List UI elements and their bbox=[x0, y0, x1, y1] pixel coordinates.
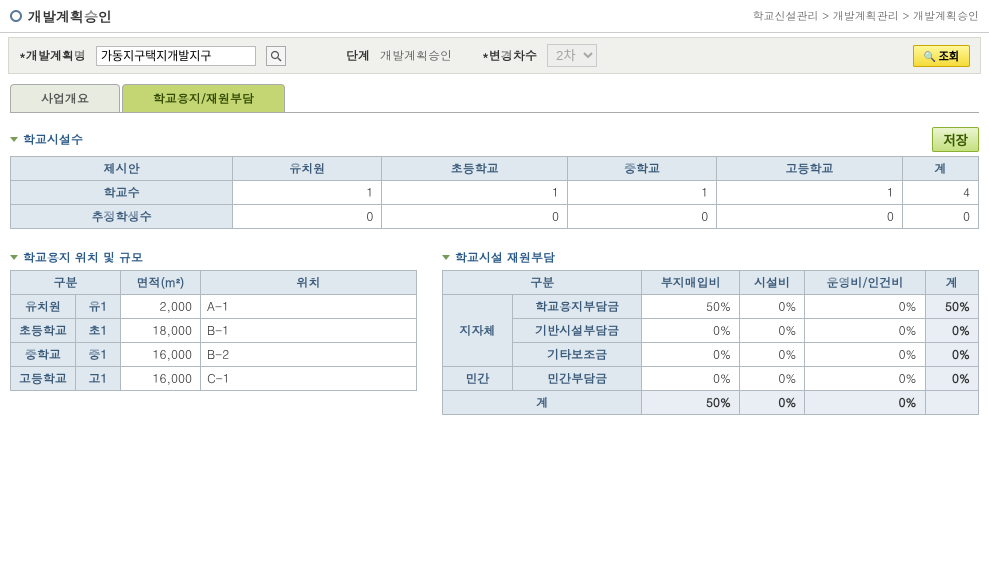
site-title: 학교용지 위치 및 규모 bbox=[10, 249, 143, 266]
fund-table: 구분 부지매입비 시설비 운영비/인건비 계 지자체 학교용지부담금 50% 0… bbox=[442, 270, 979, 415]
col-total: 계 bbox=[925, 271, 978, 295]
cell[interactable]: 0% bbox=[739, 343, 804, 367]
fund-section-header: 학교시설 재원부담 bbox=[442, 249, 979, 266]
cell[interactable]: 0% bbox=[739, 319, 804, 343]
cell[interactable]: 1 bbox=[568, 181, 717, 205]
cell[interactable]: 18,000 bbox=[121, 319, 201, 343]
header-bar: 개발계획승인 학교신설관리 > 개발계획관리 > 개발계획승인 bbox=[0, 0, 989, 33]
facility-table: 제시안 유치원 초등학교 중학교 고등학교 계 학교수 1 1 1 1 4 추정… bbox=[10, 156, 979, 229]
page-title: 개발계획승인 bbox=[10, 6, 112, 26]
cell[interactable]: 0% bbox=[642, 319, 739, 343]
cell: 0% bbox=[805, 391, 925, 415]
title-bullet-icon bbox=[10, 10, 22, 22]
cell[interactable]: B-1 bbox=[201, 319, 417, 343]
cell[interactable]: 0 bbox=[717, 205, 903, 229]
site-table: 구분 면적(m²) 위치 유치원 유1 2,000 A-1 초등학교 초1 18… bbox=[10, 270, 417, 391]
row-total: 계 50% 0% 0% bbox=[442, 391, 978, 415]
cell: 4 bbox=[902, 181, 978, 205]
table-row: 기반시설부담금 0% 0% 0% 0% bbox=[442, 319, 978, 343]
tab-site-fund[interactable]: 학교용지/재원부담 bbox=[122, 84, 285, 112]
cell[interactable]: B-2 bbox=[201, 343, 417, 367]
table-row: 고등학교 고1 16,000 C-1 bbox=[11, 367, 417, 391]
cell[interactable]: 0% bbox=[739, 295, 804, 319]
cell[interactable]: 0% bbox=[805, 367, 925, 391]
facility-title: 학교시설수 bbox=[10, 131, 83, 148]
cell[interactable]: C-1 bbox=[201, 367, 417, 391]
col-gubun: 구분 bbox=[442, 271, 642, 295]
table-row: 초등학교 초1 18,000 B-1 bbox=[11, 319, 417, 343]
col-facility: 시설비 bbox=[739, 271, 804, 295]
cell: 0% bbox=[925, 319, 978, 343]
arrow-icon bbox=[10, 255, 18, 260]
cell: 50% bbox=[642, 391, 739, 415]
row-school-count: 학교수 1 1 1 1 4 bbox=[11, 181, 979, 205]
table-row: 기타보조금 0% 0% 0% 0% bbox=[442, 343, 978, 367]
cell: 0 bbox=[902, 205, 978, 229]
arrow-icon bbox=[442, 255, 450, 260]
change-count-label: 변경차수 bbox=[482, 47, 537, 64]
col-loc: 위치 bbox=[201, 271, 417, 295]
table-row: 유치원 유1 2,000 A-1 bbox=[11, 295, 417, 319]
col-operate: 운영비/인건비 bbox=[805, 271, 925, 295]
cell[interactable]: 1 bbox=[233, 181, 382, 205]
col-total: 계 bbox=[902, 157, 978, 181]
table-row: 중학교 중1 16,000 B-2 bbox=[11, 343, 417, 367]
cell[interactable]: A-1 bbox=[201, 295, 417, 319]
col-high: 고등학교 bbox=[717, 157, 903, 181]
cell[interactable]: 0% bbox=[805, 343, 925, 367]
cell[interactable]: 0% bbox=[805, 319, 925, 343]
cell: 0% bbox=[925, 343, 978, 367]
title-text: 개발계획승인 bbox=[28, 6, 112, 26]
cell[interactable]: 1 bbox=[717, 181, 903, 205]
group-total: 계 bbox=[442, 391, 642, 415]
group-min: 민간 bbox=[442, 367, 512, 391]
step-value: 개발계획승인 bbox=[380, 47, 452, 64]
facility-section-header: 학교시설수 저장 bbox=[10, 127, 979, 152]
plan-name-input[interactable] bbox=[96, 46, 256, 66]
fund-title: 학교시설 재원부담 bbox=[442, 249, 555, 266]
cell: 0% bbox=[925, 367, 978, 391]
arrow-icon bbox=[10, 137, 18, 142]
search-button[interactable]: 조회 bbox=[913, 45, 970, 67]
col-mid: 중학교 bbox=[568, 157, 717, 181]
col-kinder: 유치원 bbox=[233, 157, 382, 181]
table-row: 민간 민간부담금 0% 0% 0% 0% bbox=[442, 367, 978, 391]
table-row: 지자체 학교용지부담금 50% 0% 0% 50% bbox=[442, 295, 978, 319]
cell: 0% bbox=[739, 391, 804, 415]
col-area: 면적(m²) bbox=[121, 271, 201, 295]
col-gubun: 구분 bbox=[11, 271, 121, 295]
group-jija: 지자체 bbox=[442, 295, 512, 367]
cell[interactable]: 0 bbox=[233, 205, 382, 229]
cell[interactable]: 16,000 bbox=[121, 367, 201, 391]
row-student-est: 추정학생수 0 0 0 0 0 bbox=[11, 205, 979, 229]
cell[interactable]: 0% bbox=[739, 367, 804, 391]
cell bbox=[925, 391, 978, 415]
site-section-header: 학교용지 위치 및 규모 bbox=[10, 249, 417, 266]
cell: 50% bbox=[925, 295, 978, 319]
cell[interactable]: 1 bbox=[382, 181, 568, 205]
col-land: 부지매입비 bbox=[642, 271, 739, 295]
cell[interactable]: 50% bbox=[642, 295, 739, 319]
col-proposal: 제시안 bbox=[11, 157, 233, 181]
save-button[interactable]: 저장 bbox=[932, 127, 979, 152]
cell[interactable]: 0% bbox=[805, 295, 925, 319]
cell[interactable]: 0 bbox=[568, 205, 717, 229]
cell[interactable]: 0% bbox=[642, 367, 739, 391]
plan-name-label: 개발계획명 bbox=[19, 47, 86, 64]
filter-bar: 개발계획명 단계 개발계획승인 변경차수 2차 조회 bbox=[8, 37, 981, 74]
search-plan-icon[interactable] bbox=[266, 46, 286, 66]
tabs: 사업개요 학교용지/재원부담 bbox=[10, 84, 979, 113]
cell[interactable]: 0% bbox=[642, 343, 739, 367]
change-count-select[interactable]: 2차 bbox=[547, 44, 597, 67]
cell[interactable]: 0 bbox=[382, 205, 568, 229]
step-label: 단계 bbox=[346, 47, 370, 64]
cell[interactable]: 16,000 bbox=[121, 343, 201, 367]
tab-business[interactable]: 사업개요 bbox=[10, 84, 120, 112]
cell[interactable]: 2,000 bbox=[121, 295, 201, 319]
breadcrumb: 학교신설관리 > 개발계획관리 > 개발계획승인 bbox=[753, 9, 979, 24]
col-elem: 초등학교 bbox=[382, 157, 568, 181]
